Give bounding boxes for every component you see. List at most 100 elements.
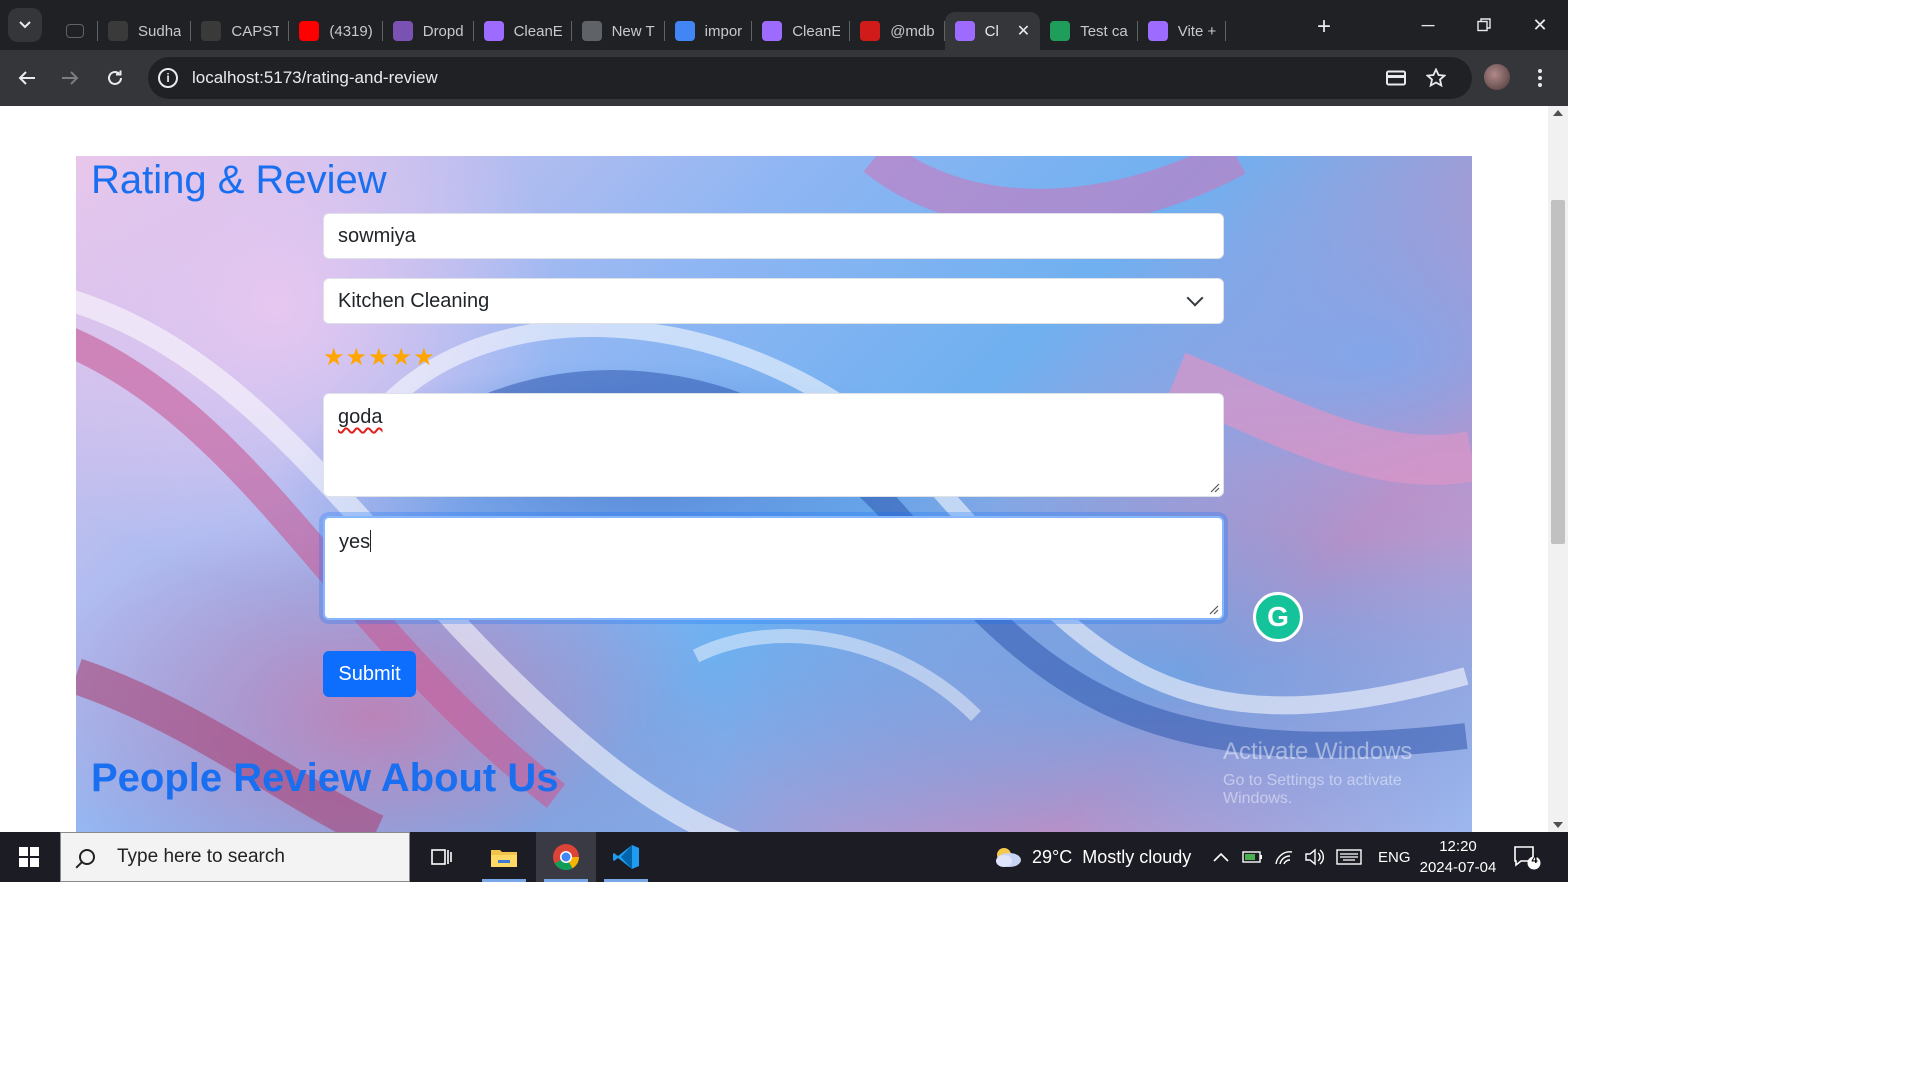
vite-icon [954,21,975,41]
card-button[interactable] [1378,60,1414,96]
tab-title: Test ca [1080,22,1128,40]
close-tab-icon[interactable]: ✕ [1017,21,1030,41]
browser-tab[interactable]: (4319) [289,12,383,50]
cloud-icon [996,848,1021,867]
arrow-left-icon [18,71,35,85]
forward-button[interactable] [52,60,88,96]
star-icon[interactable]: ★ [346,346,368,370]
tab-title: CleanE [513,22,562,40]
restore-icon [1477,18,1491,32]
watermark-subtitle: Go to Settings to activate Windows. [1223,772,1402,807]
chrome-taskbar-button[interactable] [536,832,596,882]
back-button[interactable] [9,60,45,96]
github-icon [201,21,222,41]
tab-title: Sudha [138,22,182,40]
browser-tab[interactable]: impor [665,12,753,50]
resize-handle-icon[interactable] [1210,483,1220,493]
browser-tab[interactable]: Sudha [98,12,192,50]
youtube-icon [299,21,320,41]
start-button[interactable] [0,832,58,882]
restore-button[interactable] [1456,0,1512,50]
file-explorer-button[interactable] [474,832,534,882]
taskbar-search-placeholder: Type here to search [117,846,285,867]
tab-title: Dropd [422,22,464,40]
star-outline-icon [1426,68,1446,88]
reload-icon [108,70,122,85]
scrollbar-thumb[interactable] [1551,200,1565,544]
browser-tab[interactable]: CleanE [752,12,851,50]
browser-tab[interactable]: Test ca [1040,12,1138,50]
tab-title: CleanE [792,22,841,40]
address-bar[interactable]: i localhost:5173/rating-and-review [148,57,1472,99]
clock-date: 2024-07-04 [1419,859,1497,876]
service-select[interactable]: Kitchen Cleaning [323,278,1224,324]
running-indicator [482,879,526,882]
volume-icon[interactable] [1304,848,1324,866]
taskbar: Type here to search 29°C Mostly cloudy E… [0,832,1568,882]
task-view-button[interactable] [412,832,472,882]
tab-search-button[interactable] [8,8,42,42]
name-input[interactable]: sowmiya [323,213,1224,259]
browser-tab[interactable]: New T [572,12,665,50]
star-rating[interactable]: ★ ★ ★ ★ ★ [323,346,435,370]
star-icon[interactable]: ★ [323,346,345,370]
windows-activation-watermark: Activate Windows Go to Settings to activ… [1223,738,1472,808]
system-tray: ENG [1212,832,1411,882]
site-info-icon[interactable]: i [158,68,178,88]
scroll-down-icon[interactable] [1553,822,1563,828]
chevron-up-icon[interactable] [1212,851,1230,863]
keyboard-icon[interactable] [1336,849,1362,865]
grammarly-icon[interactable]: G [1253,592,1303,642]
scroll-up-icon[interactable] [1553,110,1563,116]
clock[interactable]: 12:20 2024-07-04 [1410,836,1506,878]
taskbar-search[interactable]: Type here to search [60,832,410,882]
browser-tab[interactable]: Dropd [383,12,474,50]
reload-button[interactable] [97,60,133,96]
submit-button[interactable]: Submit [323,651,416,697]
name-input-value: sowmiya [338,224,416,247]
vscode-taskbar-button[interactable] [596,832,656,882]
new-tab-button[interactable]: + [1317,13,1331,41]
battery-icon[interactable] [1242,849,1264,865]
chrome-icon [581,21,602,41]
netlify-icon [860,21,881,41]
browser-tab[interactable]: @mdb [850,12,945,50]
weather-description: Mostly cloudy [1082,846,1192,867]
watermark-title: Activate Windows [1223,738,1413,765]
star-icon[interactable]: ★ [368,346,390,370]
browser-tab[interactable]: Vite + [1138,12,1227,50]
page-icon [66,24,84,38]
tab-placeholder[interactable] [52,12,98,50]
weather-widget[interactable]: 29°C Mostly cloudy [992,832,1191,882]
profile-avatar[interactable] [1484,64,1510,90]
page-viewport: Rating & Review sowmiya Kitchen Cleaning… [0,106,1548,832]
browser-tab[interactable]: CleanE [474,12,572,50]
notification-center-button[interactable]: 4 [1512,844,1542,870]
vite-icon [483,21,504,41]
menu-button[interactable] [1522,60,1558,96]
chevron-down-icon [1186,289,1204,307]
comment-textarea[interactable]: yes [323,516,1224,620]
google-icon [674,21,695,41]
minimize-button[interactable]: ─ [1400,0,1456,50]
bookmark-button[interactable] [1418,60,1454,96]
search-icon [79,849,95,865]
star-icon[interactable]: ★ [413,346,435,370]
resize-handle-icon[interactable] [1209,605,1219,615]
page-scrollbar[interactable] [1548,106,1568,832]
vite-icon [762,21,783,41]
browser-tab[interactable]: Cl ✕ [944,12,1041,50]
text-caret [370,530,372,552]
tab-title: New T [611,22,655,40]
star-icon[interactable]: ★ [391,346,413,370]
service-select-value: Kitchen Cleaning [338,289,490,312]
weather-temperature: 29°C [1032,846,1073,867]
review-textarea[interactable]: goda [323,393,1224,497]
browser-tab[interactable]: CAPST [191,12,290,50]
wifi-icon[interactable] [1274,848,1294,866]
github-icon [108,21,128,41]
review-textarea-value: goda [338,406,383,428]
language-indicator[interactable]: ENG [1378,849,1411,866]
arrow-right-icon [62,71,79,85]
close-window-button[interactable]: ✕ [1512,0,1568,50]
